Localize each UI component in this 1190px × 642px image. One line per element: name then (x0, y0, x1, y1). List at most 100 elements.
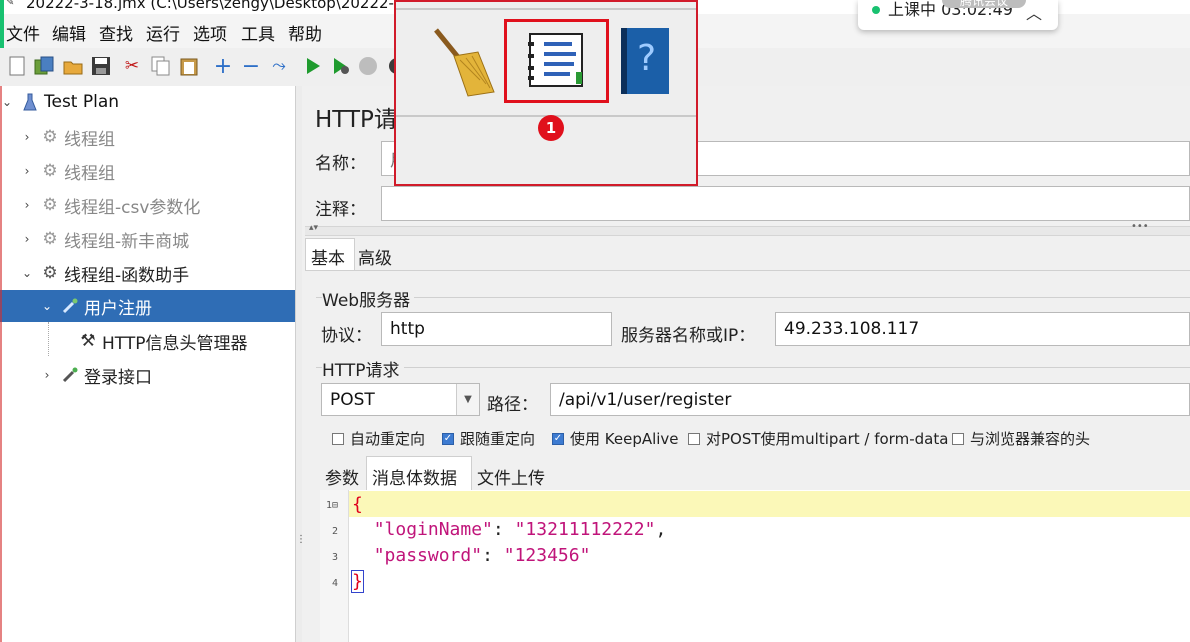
checkbox-label: 跟随重定向 (460, 430, 536, 448)
start-icon[interactable] (302, 55, 324, 77)
close-brace: } (351, 570, 364, 593)
line-gutter (320, 490, 349, 642)
zoomed-toolbar-callout: ? 1 (394, 0, 698, 186)
checkbox-checked[interactable]: ✓ (442, 432, 454, 445)
open-brace: { (352, 494, 363, 515)
path-label: 路径： (487, 395, 538, 415)
checkbox-auto-redirect[interactable]: 自动重定向 (332, 428, 425, 449)
expand-arrow-icon[interactable]: › (20, 164, 34, 178)
tree-item-label: 用户注册 (84, 298, 152, 319)
expand-arrow-icon[interactable]: › (20, 198, 34, 212)
gear-icon: ⚙ (42, 127, 58, 147)
checkbox-box[interactable] (332, 432, 344, 445)
current-line-highlight (349, 491, 1190, 517)
copy-icon[interactable] (150, 55, 172, 77)
tab-parameters[interactable]: 参数 (325, 464, 359, 489)
expand-arrow-icon[interactable]: › (20, 232, 34, 246)
checkbox-label: 对POST使用multipart / form-data (706, 430, 949, 448)
expand-arrow-icon[interactable]: › (40, 368, 54, 382)
tree-item-thread-group-2[interactable]: › ⚙ 线程组 (20, 155, 115, 187)
menu-options[interactable]: 选项 (193, 20, 227, 45)
collapse-icon[interactable]: − (240, 54, 262, 79)
tree-item-thread-group-csv[interactable]: › ⚙ 线程组-csv参数化 (20, 189, 201, 221)
checkbox-multipart[interactable]: 对POST使用multipart / form-data (688, 428, 948, 449)
checkbox-follow-redirect[interactable]: ✓ 跟随重定向 (442, 428, 535, 449)
tab-body-data-label: 消息体数据 (372, 469, 457, 489)
paste-icon[interactable] (178, 55, 200, 77)
tree-item-label: 线程组 (64, 163, 115, 184)
tree-item-login[interactable]: › 登录接口 (40, 359, 152, 391)
gear-icon: ⚙ (42, 195, 58, 215)
checkbox-keepalive[interactable]: ✓ 使用 KeepAlive (552, 428, 679, 449)
tab-file-upload[interactable]: 文件上传 (477, 464, 545, 489)
code-line-1: { (352, 494, 363, 515)
menu-tools[interactable]: 工具 (241, 20, 275, 45)
json-value: "13211112222" (514, 519, 656, 540)
toggle-icon[interactable]: ⤳ (268, 55, 290, 77)
stop-icon[interactable] (357, 55, 379, 77)
server-input[interactable]: 49.233.108.117 (775, 312, 1190, 346)
templates-icon[interactable] (33, 55, 55, 77)
path-input[interactable]: /api/v1/user/register (550, 383, 1190, 416)
clear-broom-icon[interactable] (428, 26, 498, 102)
window-title: 20222-3-18.jmx (C:\Users\zengy\Desktop\2… (26, 0, 409, 12)
tree-root-label: Test Plan (44, 92, 120, 112)
status-dot-icon (872, 6, 880, 14)
tab-advanced[interactable]: 高级 (358, 244, 392, 269)
divider[interactable]: ▴▾ ••• (305, 221, 1190, 236)
wrench-icon: ⚒ (80, 331, 96, 351)
tree-item-header-manager[interactable]: ⚒ HTTP信息头管理器 (78, 325, 247, 357)
tree-item-user-register[interactable]: ⌄ 用户注册 (0, 290, 295, 322)
json-colon: : (492, 519, 515, 540)
gear-icon: ⚙ (42, 161, 58, 181)
highlight-box (504, 19, 609, 103)
chevron-up-icon[interactable]: ︿ (1026, 0, 1042, 24)
line-number: 3 (331, 552, 338, 563)
tree-item-label: 线程组-函数助手 (64, 265, 190, 286)
new-icon[interactable] (6, 55, 28, 77)
test-plan-icon (20, 92, 40, 112)
protocol-input[interactable]: http (381, 312, 612, 346)
dropdown-arrow-icon[interactable]: ▼ (456, 384, 479, 415)
comment-input[interactable] (381, 186, 1190, 221)
checkbox-checked[interactable]: ✓ (552, 432, 564, 445)
webserver-group-border (316, 297, 1190, 298)
menu-search[interactable]: 查找 (99, 20, 133, 45)
meeting-app-pill[interactable]: 腾讯会议 (942, 0, 1026, 8)
open-icon[interactable] (62, 55, 84, 77)
meeting-status-chip[interactable]: 上课中 03:02:49 腾讯会议 ︿ (858, 0, 1058, 30)
method-select[interactable]: POST ▼ (321, 383, 480, 416)
collapse-arrow-icon[interactable]: ⌄ (40, 299, 54, 313)
collapse-arrow-icon[interactable]: ⌄ (20, 266, 34, 280)
checkbox-box[interactable] (688, 432, 700, 445)
menu-file[interactable]: 文件 (6, 20, 40, 45)
menu-help[interactable]: 帮助 (288, 20, 322, 45)
menu-edit[interactable]: 编辑 (52, 20, 86, 45)
checkbox-box[interactable] (952, 432, 964, 445)
json-comma: , (655, 519, 667, 540)
line-number: 2 (331, 526, 338, 537)
tree-item-thread-group-function[interactable]: ⌄ ⚙ 线程组-函数助手 (20, 257, 189, 289)
start-no-pause-icon[interactable] (330, 55, 352, 77)
help-book-icon[interactable]: ? (621, 28, 669, 94)
tree-item-thread-group-mall[interactable]: › ⚙ 线程组-新丰商城 (20, 223, 190, 255)
collapse-arrow-icon[interactable]: ⌄ (0, 95, 14, 109)
line-number: 1⊟ (325, 500, 338, 511)
app-icon: ✎ (6, 0, 15, 8)
tree-root-test-plan[interactable]: ⌄ Test Plan (0, 86, 119, 118)
tabs-underline (305, 270, 1190, 271)
collapse-arrows-icon: ▴▾ (309, 223, 319, 233)
checkbox-browser-headers[interactable]: 与浏览器兼容的头 (952, 428, 1090, 449)
save-icon[interactable] (90, 55, 112, 77)
tree-item-label: 线程组-新丰商城 (64, 231, 190, 252)
method-value: POST (330, 389, 375, 410)
menu-run[interactable]: 运行 (146, 20, 180, 45)
page-title: HTTP请 (315, 107, 397, 133)
http-group-border (316, 367, 1190, 368)
tree-item-thread-group-1[interactable]: › ⚙ 线程组 (20, 121, 115, 153)
expand-icon[interactable]: + (212, 54, 234, 79)
tree-connector (48, 322, 50, 356)
help-glyph: ? (637, 38, 657, 79)
cut-icon[interactable]: ✂ (121, 55, 143, 77)
expand-arrow-icon[interactable]: › (20, 130, 34, 144)
